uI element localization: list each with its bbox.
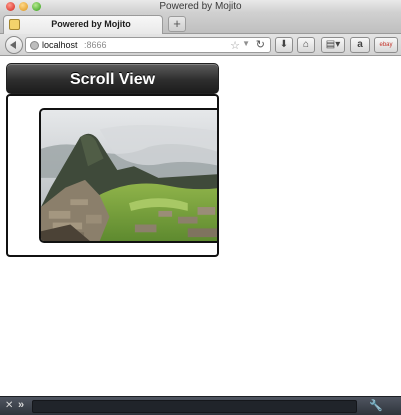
url-dropdown-icon[interactable]: ▼ [242,39,250,48]
back-button[interactable] [5,36,23,54]
new-tab-button[interactable]: + [168,16,186,32]
tab-strip: Powered by Mojito + [0,13,401,34]
page-content: Scroll View [0,57,401,396]
chevron-right-icon[interactable]: » [18,399,24,411]
download-button[interactable]: ⬇ [275,37,293,53]
url-bar[interactable]: localhost :8666 ☆ ▼ ↻ [25,37,271,53]
home-button[interactable]: ⌂ [297,37,315,53]
close-addon-bar-icon[interactable]: ✕ [5,400,13,411]
tab-powered-by-mojito[interactable]: Powered by Mojito [3,15,163,34]
ebay-button[interactable]: ebay [374,37,398,53]
navigation-bar: localhost :8666 ☆ ▼ ↻ ⬇ ⌂ ▤▾ a ebay [0,34,401,56]
url-port: :8666 [84,40,107,50]
bookmarks-menu-button[interactable]: ▤▾ [321,37,345,53]
reload-icon[interactable]: ↻ [256,38,265,51]
page-title: Scroll View [69,71,156,88]
machu-picchu-photo [39,108,217,243]
amazon-button[interactable]: a [350,37,370,53]
window-title: Powered by Mojito [159,1,242,12]
photo-illustration [41,110,217,241]
wrench-icon[interactable]: 🔧 [369,399,383,412]
header-bar: Scroll View [6,63,219,94]
globe-icon [30,41,39,50]
window-titlebar: Powered by Mojito [0,0,401,13]
bookmark-star-icon[interactable]: ☆ [230,39,240,52]
command-line-input[interactable] [32,400,357,413]
url-host: localhost [42,40,78,50]
scroll-view[interactable] [6,94,219,257]
addon-bar: ✕ » 🔧 [0,396,401,415]
mojito-favicon-icon [9,19,20,30]
tab-title: Powered by Mojito [51,19,131,29]
